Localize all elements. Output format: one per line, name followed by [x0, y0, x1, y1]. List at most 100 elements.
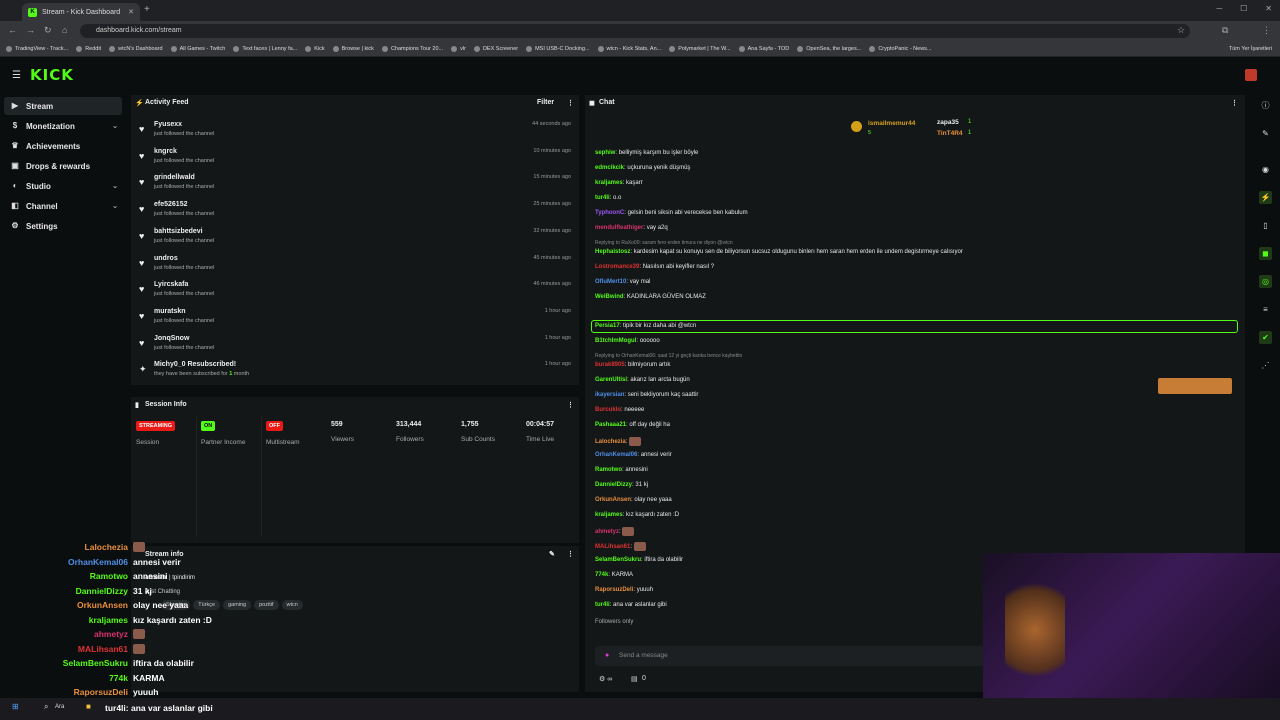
sidebar-item-drops[interactable]: ▣ Drops & rewards: [4, 157, 122, 175]
window-close-icon[interactable]: ✕: [1265, 4, 1272, 13]
top-user-1[interactable]: ismailmemur44: [868, 120, 915, 127]
chat-username[interactable]: TyphoonC: [595, 210, 624, 216]
menu-icon[interactable]: ☰: [12, 70, 21, 81]
info-icon[interactable]: ⓘ: [1259, 99, 1272, 112]
kick-logo[interactable]: KICK: [30, 66, 74, 84]
minimize-icon[interactable]: ─: [1216, 4, 1222, 13]
filter-button[interactable]: Filter: [537, 99, 554, 106]
url-input[interactable]: dashboard.kick.com/stream: [80, 24, 1190, 38]
maximize-icon[interactable]: ☐: [1240, 4, 1247, 13]
bot-icon[interactable]: ◉: [1259, 163, 1272, 176]
bookmark-item[interactable]: TradingView - Track...: [6, 45, 68, 52]
broadcast-icon[interactable]: ◎: [1259, 275, 1272, 288]
reload-icon[interactable]: ↻: [44, 25, 52, 36]
bookmark-item[interactable]: wtcN's Dashboard: [109, 45, 163, 52]
chat-username[interactable]: Lostromance39: [595, 264, 639, 270]
forward-icon[interactable]: →: [26, 25, 35, 35]
chat-username[interactable]: sephiw: [595, 150, 615, 156]
activity-username[interactable]: JonqSnow: [154, 335, 189, 342]
chat-username[interactable]: WeiBwind: [595, 294, 624, 300]
tag-chip[interactable]: wtcn: [281, 600, 303, 610]
pencil-icon[interactable]: ✎: [1259, 127, 1272, 140]
bookmark-item[interactable]: Ana Sayfa - TOD: [738, 45, 789, 52]
chat-username[interactable]: kraljames: [595, 512, 623, 518]
avatar[interactable]: [1245, 69, 1257, 81]
bolt-icon[interactable]: ⚡: [1259, 191, 1272, 204]
tag-chip[interactable]: pozitif: [254, 600, 279, 610]
chat-username[interactable]: GarenUltisi: [595, 377, 627, 383]
bookmark-item[interactable]: Kick: [305, 45, 325, 52]
top-user-3[interactable]: TinT4R4: [937, 130, 963, 137]
top-user-2[interactable]: zapa35: [937, 119, 959, 126]
chat-username[interactable]: edmcikcik: [595, 165, 624, 171]
layers-icon[interactable]: ≡: [1259, 303, 1272, 316]
bookmark-item[interactable]: OpenSea, the larges...: [797, 45, 861, 52]
chat-username[interactable]: Burcuklo: [595, 407, 621, 413]
chat-username[interactable]: Lalochezia: [595, 439, 626, 445]
sidebar-item-studio[interactable]: ◐ Studio ⌄: [4, 177, 122, 195]
chat-username[interactable]: Hephaistosz: [595, 249, 630, 255]
sidebar-item-stream[interactable]: ▶ Stream: [4, 97, 122, 115]
chat-username[interactable]: DannielDizzy: [595, 482, 632, 488]
bookmark-item[interactable]: wtcn - Kick Stats, An...: [597, 45, 661, 52]
all-bookmarks[interactable]: Tüm Yer İşaretleri: [1229, 46, 1272, 52]
share-icon[interactable]: ⋰: [1259, 359, 1272, 372]
bookmark-item[interactable]: Browse | kick: [332, 45, 374, 52]
sidebar-item-channel[interactable]: ◧ Channel ⌄: [4, 197, 122, 215]
activity-username[interactable]: bahttsizbedevi: [154, 228, 203, 235]
file-explorer-icon[interactable]: ■: [86, 702, 91, 711]
bookmark-item[interactable]: All Games - Twitch: [170, 45, 225, 52]
chat-username[interactable]: tur4li: [595, 602, 610, 608]
chat-username[interactable]: RaporsuzDeli: [595, 587, 633, 593]
browser-menu-icon[interactable]: ⋮: [1262, 25, 1271, 36]
taskbar-search[interactable]: Ara: [55, 704, 64, 710]
back-icon[interactable]: ←: [8, 25, 17, 35]
chat-username[interactable]: 774k: [595, 572, 608, 578]
browser-tab[interactable]: K Stream - Kick Dashboard ✕: [22, 3, 140, 21]
bookmark-item[interactable]: Reddit: [76, 45, 101, 52]
activity-username[interactable]: kngrck: [154, 148, 177, 155]
chat-username[interactable]: burak8905: [595, 362, 625, 368]
bookmark-item[interactable]: MSI USB-C Docking...: [526, 45, 590, 52]
activity-username[interactable]: Michy0_0 Resubscribed!: [154, 361, 236, 368]
bookmark-item[interactable]: CryptoPanic - News...: [869, 45, 932, 52]
chat-username[interactable]: Ramotwo: [595, 467, 622, 473]
more-options-icon[interactable]: ⋮: [567, 99, 574, 107]
bookmark-item[interactable]: DEX Screener: [473, 45, 518, 52]
bookmark-item[interactable]: vlr: [451, 45, 466, 52]
activity-username[interactable]: grindellwald: [154, 174, 195, 181]
chat-username[interactable]: ahmetyz: [595, 529, 619, 535]
more-options-icon[interactable]: ⋮: [1231, 99, 1238, 107]
sidebar-item-monetization[interactable]: $ Monetization ⌄: [4, 117, 122, 135]
activity-username[interactable]: Lyircskafa: [154, 281, 188, 288]
chat-username[interactable]: ikayersian: [595, 392, 624, 398]
mic-icon[interactable]: ●: [605, 652, 609, 659]
chat-username[interactable]: OrhanKemal06: [595, 452, 637, 458]
chat-username[interactable]: OrkunAnsen: [595, 497, 631, 503]
sidebar-item-settings[interactable]: ⚙ Settings: [4, 217, 122, 235]
document-icon[interactable]: ▯: [1259, 219, 1272, 232]
activity-username[interactable]: muratskn: [154, 308, 186, 315]
extensions-icon[interactable]: ⧉: [1222, 25, 1228, 36]
more-options-icon[interactable]: ⋮: [567, 550, 574, 558]
chat-username[interactable]: Pashaaa21: [595, 422, 626, 428]
close-tab-icon[interactable]: ✕: [128, 8, 134, 16]
settings-icon[interactable]: ⚙ ∞: [599, 675, 612, 683]
activity-username[interactable]: undros: [154, 255, 178, 262]
more-options-icon[interactable]: ⋮: [567, 401, 574, 409]
bookmark-item[interactable]: Polymarket | The W...: [669, 45, 731, 52]
sidebar-item-achievements[interactable]: ♛ Achievements: [4, 137, 122, 155]
edit-icon[interactable]: ✎: [549, 550, 555, 558]
chat-username[interactable]: OfluMert10: [595, 279, 626, 285]
chat-username[interactable]: B1tchImMogul: [595, 338, 636, 344]
bookmark-item[interactable]: Text faces | Lenny fa...: [233, 45, 297, 52]
activity-username[interactable]: efe526152: [154, 201, 187, 208]
chat-username[interactable]: SelamBenSukru: [595, 557, 641, 563]
chat-username[interactable]: Persia17: [595, 323, 620, 329]
bookmark-item[interactable]: Champions Tour 20...: [381, 45, 443, 52]
wrench-icon[interactable]: ✔: [1259, 331, 1272, 344]
chat-username[interactable]: mendulfleathiger: [595, 225, 643, 231]
message-icon[interactable]: ◼: [1259, 247, 1272, 260]
activity-username[interactable]: Fyusexx: [154, 121, 182, 128]
home-icon[interactable]: ⌂: [62, 25, 67, 35]
